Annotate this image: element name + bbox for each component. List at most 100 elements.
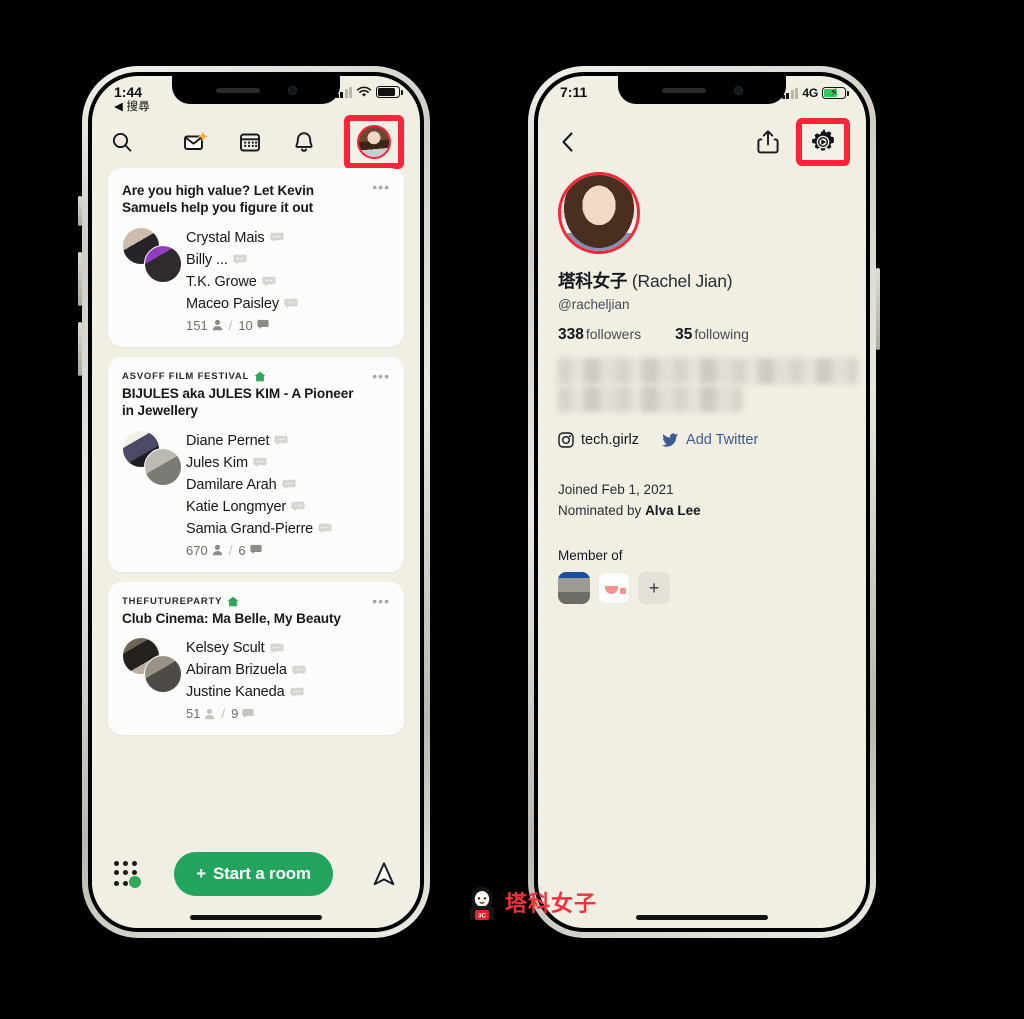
following-stat[interactable]: 35 following <box>675 326 749 344</box>
phone-right: 7:11 4G ⚡ 塔科女子 (Rachel Jian) @racheljian… <box>528 66 876 938</box>
listener-count: 151 <box>186 317 208 333</box>
profile-meta: Joined Feb 1, 2021 Nominated by Alva Lee <box>558 480 846 522</box>
right-screen: 7:11 4G ⚡ 塔科女子 (Rachel Jian) @racheljian… <box>538 76 866 928</box>
followers-label: followers <box>585 326 642 342</box>
speaker-avatars <box>122 637 182 721</box>
room-card[interactable]: ••• ASVOFF FILM FESTIVAL BIJULES aka JUL… <box>108 356 404 572</box>
speaker-count: 6 <box>238 542 246 558</box>
share-upload-icon[interactable] <box>754 128 782 156</box>
room-feed[interactable]: ••• Are you high value? Let Kevin Samuel… <box>92 168 420 928</box>
club-icon-1[interactable] <box>558 571 590 604</box>
club-name: THEFUTUREPARTY <box>122 595 223 607</box>
search-icon[interactable] <box>108 128 136 156</box>
speaker-row: Billy ... <box>186 249 388 271</box>
club-label-row[interactable]: THEFUTUREPARTY <box>122 596 388 607</box>
room-counts: 670 / 6 <box>186 543 388 558</box>
person-icon <box>212 320 222 331</box>
front-camera <box>733 85 743 95</box>
house-icon <box>254 371 266 382</box>
twitter-bird-icon <box>661 432 679 447</box>
room-card[interactable]: ••• Are you high value? Let Kevin Samuel… <box>108 168 404 347</box>
speech-bubble-icon <box>253 457 267 468</box>
calendar-icon[interactable] <box>236 128 264 156</box>
room-title: BIJULES aka JULES KIM - A Pioneer in Jew… <box>122 385 354 419</box>
home-indicator <box>190 915 322 920</box>
clubhouse-home: ••• Are you high value? Let Kevin Samuel… <box>92 76 420 928</box>
speaker-name: Jules Kim <box>186 454 248 471</box>
invite-envelope-icon[interactable] <box>182 128 210 156</box>
profile-photo[interactable] <box>558 172 640 254</box>
member-club-list: + <box>558 571 846 604</box>
card-more-icon[interactable]: ••• <box>372 180 390 194</box>
nominated-row: Nominated by Alva Lee <box>558 501 846 522</box>
card-more-icon[interactable]: ••• <box>372 594 390 608</box>
speech-bubble-icon <box>262 276 276 287</box>
speaker-row: Jules Kim <box>186 452 388 474</box>
bio-line <box>558 358 858 384</box>
club-name: ASVOFF FILM FESTIVAL <box>122 370 250 382</box>
chevron-left-icon[interactable] <box>554 128 582 156</box>
people-dot-grid-icon[interactable] <box>114 860 141 888</box>
avatar <box>144 244 182 283</box>
battery-icon <box>376 86 403 98</box>
profile-avatar-icon[interactable] <box>357 125 391 159</box>
front-camera <box>287 85 297 95</box>
followers-stat[interactable]: 338 followers <box>558 326 641 344</box>
instagram-link[interactable]: tech.girlz <box>558 432 639 448</box>
room-title: Are you high value? Let Kevin Samuels he… <box>122 183 314 216</box>
club-label-row[interactable]: ASVOFF FILM FESTIVAL <box>122 371 388 382</box>
speech-bubble-icon <box>284 298 298 309</box>
left-screen: 1:44 ◀ 搜尋 ••• Are you high value? Let Ke… <box>92 76 420 928</box>
followers-count: 338 <box>558 326 584 343</box>
status-back-to-search[interactable]: ◀ 搜尋 <box>114 101 150 114</box>
profile-avatar-highlight <box>344 115 404 169</box>
speaker-name: Crystal Mais <box>186 229 265 246</box>
speech-bubble-icon <box>292 665 306 676</box>
profile-name-cn: 塔科女子 <box>558 271 628 291</box>
speech-bubble-icon <box>269 643 284 654</box>
speaker-row: T.K. Growe <box>186 271 388 293</box>
profile-socials: tech.girlz Add Twitter <box>558 432 846 448</box>
card-more-icon[interactable]: ••• <box>372 369 390 383</box>
room-card[interactable]: ••• THEFUTUREPARTY Club Cinema: Ma Belle… <box>108 581 404 736</box>
paper-plane-icon[interactable] <box>370 860 398 888</box>
twitter-link[interactable]: Add Twitter <box>661 432 758 448</box>
speaker-row: Diane Pernet <box>186 430 388 452</box>
earpiece-speaker <box>215 87 260 93</box>
speaker-row: Samia Grand-Pierre <box>186 518 388 540</box>
gear-icon[interactable] <box>809 128 837 156</box>
profile-toolbar <box>538 116 866 168</box>
phone-left: 1:44 ◀ 搜尋 ••• Are you high value? Let Ke… <box>82 66 430 938</box>
speech-bubble-icon <box>281 479 296 490</box>
start-a-room-button[interactable]: + Start a room <box>174 852 333 896</box>
speech-bubble-icon <box>289 687 304 698</box>
start-a-room-label: Start a room <box>213 864 311 883</box>
screenshot-stage: 1:44 ◀ 搜尋 ••• Are you high value? Let Ke… <box>0 0 1024 1019</box>
speech-bubble-icon <box>274 435 289 446</box>
add-club-plus-button[interactable]: + <box>638 571 670 604</box>
profile-name-en: (Rachel Jian) <box>631 271 733 291</box>
speaker-name: Katie Longmyer <box>186 498 287 515</box>
speaker-name: Kelsey Scult <box>186 640 265 657</box>
avatar <box>144 447 182 486</box>
settings-gear-highlight <box>796 118 850 166</box>
speaker-name: Billy ... <box>186 251 228 268</box>
bell-icon[interactable] <box>290 128 318 156</box>
earpiece-speaker <box>661 87 706 93</box>
speaker-row: Abiram Brizuela <box>186 659 388 681</box>
status-time: 1:44 <box>114 84 143 100</box>
room-counts: 151 / 10 <box>186 318 388 333</box>
member-of-section: Member of + <box>558 548 846 604</box>
speaker-name: Diane Pernet <box>186 432 270 449</box>
club-icon-2[interactable] <box>598 571 630 604</box>
nominated-prefix: Nominated by <box>558 502 642 518</box>
nominated-by-name[interactable]: Alva Lee <box>645 503 701 518</box>
phone-power-button <box>876 268 880 350</box>
watermark-text: 塔科女子 <box>505 891 598 916</box>
bio-line <box>558 386 743 412</box>
person-icon <box>205 708 215 720</box>
profile-bio-blurred <box>558 358 858 412</box>
avatar <box>144 655 182 694</box>
listener-count: 670 <box>186 542 208 558</box>
speaker-count: 9 <box>231 706 239 722</box>
